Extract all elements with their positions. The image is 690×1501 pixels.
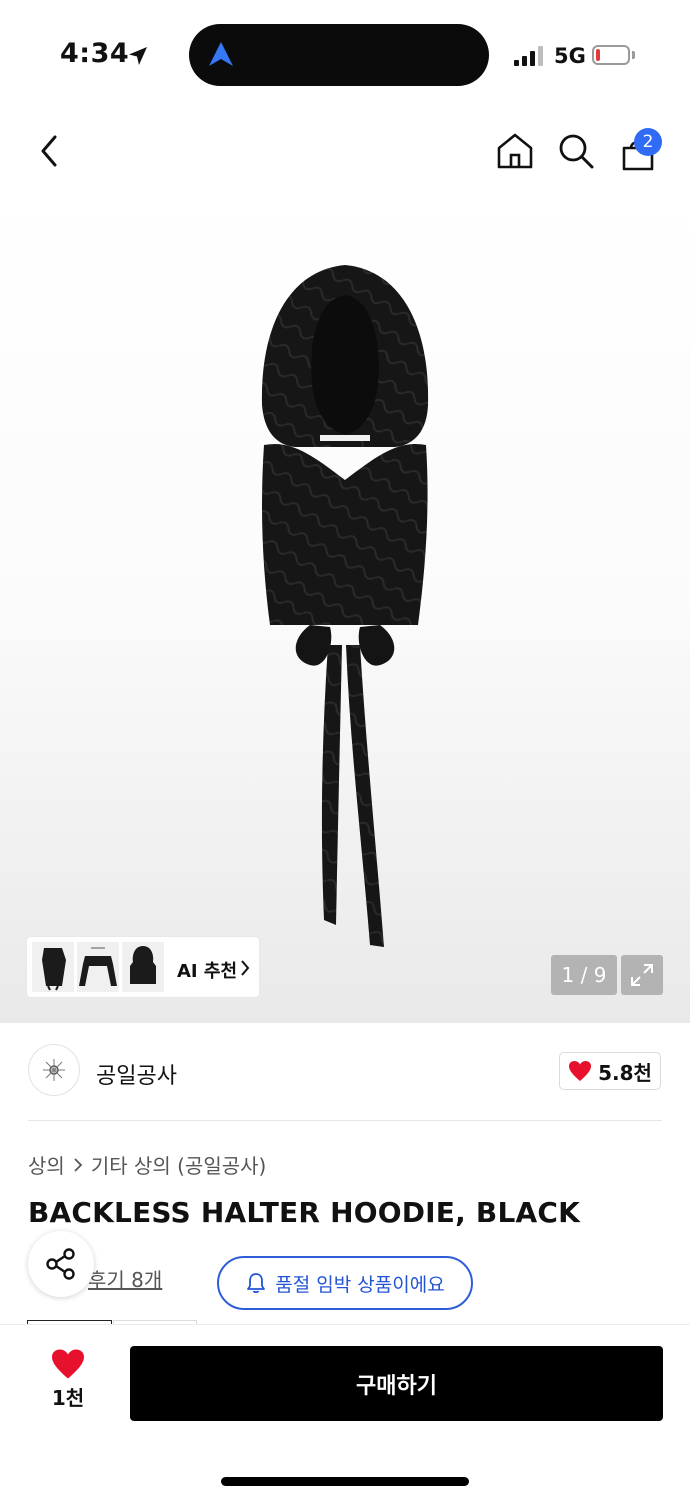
product-title: BACKLESS HALTER HOODIE, BLACK (28, 1196, 581, 1229)
wishlist-count: 1천 (51, 1386, 85, 1410)
brand-like-count: 5.8천 (598, 1060, 652, 1085)
cart-count-badge: 2 (634, 128, 662, 156)
breadcrumb: 상의 기타 상의 (공일공사) (28, 1150, 266, 1179)
network-type: 5G (554, 44, 586, 68)
location-arrow-icon (126, 44, 150, 72)
wishlist-button[interactable]: 1천 (30, 1348, 106, 1418)
ai-thumb-3 (122, 942, 164, 992)
back-icon[interactable] (34, 132, 64, 170)
product-photo (261, 265, 429, 947)
battery-nub (632, 51, 635, 59)
buy-button[interactable]: 구매하기 (130, 1346, 663, 1421)
battery-level (596, 49, 600, 61)
image-counter: 1 / 9 (551, 955, 617, 995)
cellular-signal-icon (514, 46, 546, 70)
heart-icon (569, 1061, 592, 1081)
navigation-arrow-icon (205, 40, 237, 74)
home-indicator (221, 1477, 469, 1486)
chevron-right-icon (240, 959, 250, 981)
brand-like-button[interactable]: 5.8천 (559, 1052, 661, 1090)
search-icon[interactable] (556, 131, 596, 171)
breadcrumb-level1[interactable]: 상의 (28, 1150, 65, 1179)
ai-thumb-1 (32, 942, 74, 992)
stock-alert-badge[interactable]: 품절 임박 상품이에요 (217, 1256, 473, 1310)
product-image-gallery[interactable] (0, 180, 690, 1023)
chevron-right-icon (74, 1157, 83, 1172)
divider (28, 1120, 662, 1121)
review-link[interactable]: 후기 8개 (88, 1264, 162, 1293)
share-button[interactable] (28, 1231, 94, 1297)
breadcrumb-level2[interactable]: 기타 상의 (공일공사) (91, 1150, 267, 1179)
stock-alert-label: 품절 임박 상품이에요 (275, 1273, 445, 1296)
brand-name[interactable]: 공일공사 (96, 1058, 177, 1090)
ai-recommend-label: AI 추천 (177, 961, 238, 982)
share-icon (46, 1248, 75, 1280)
home-icon[interactable] (495, 131, 535, 171)
ai-thumb-2 (77, 942, 119, 992)
expand-icon[interactable] (621, 955, 663, 995)
heart-icon (52, 1349, 84, 1379)
brand-logo[interactable] (28, 1044, 80, 1096)
bell-icon (247, 1273, 266, 1294)
status-time: 4:34 (60, 38, 130, 69)
